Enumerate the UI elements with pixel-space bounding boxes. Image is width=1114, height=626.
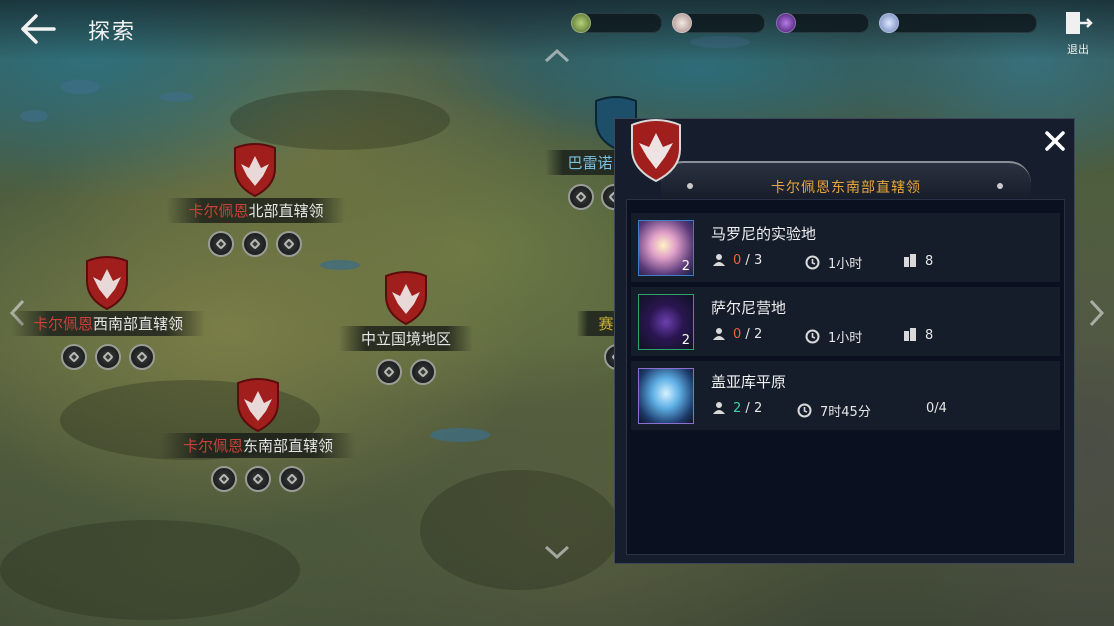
dungeon-name: 萨尔尼营地 xyxy=(711,299,787,317)
dungeon-node[interactable] xyxy=(568,184,594,210)
reward-count: 8 xyxy=(903,253,933,269)
fire-orb-icon: 2 xyxy=(638,220,694,276)
back-arrow-icon[interactable] xyxy=(18,12,58,46)
purple-orb-icon xyxy=(776,13,796,33)
duration: 1小时 xyxy=(805,253,862,272)
blue-coin-icon xyxy=(879,13,899,33)
clock-icon xyxy=(805,329,820,344)
dungeon-node[interactable] xyxy=(129,344,155,370)
eagle-shield-icon xyxy=(237,378,279,433)
duration: 7时45分 xyxy=(797,401,871,420)
party-count: 0 / 2 xyxy=(713,327,762,342)
building-icon xyxy=(904,328,916,341)
scroll-down-arrow-icon[interactable] xyxy=(543,544,571,564)
dungeon-node[interactable] xyxy=(276,231,302,257)
person-icon xyxy=(713,402,725,414)
dungeon-node[interactable] xyxy=(245,466,271,492)
green-crystal-icon xyxy=(571,13,591,33)
clock-icon xyxy=(797,403,812,418)
dungeon-node-completed[interactable] xyxy=(279,466,305,492)
dungeon-node[interactable] xyxy=(376,359,402,385)
dungeon-name: 马罗尼的实验地 xyxy=(711,225,817,243)
person-icon xyxy=(713,328,725,340)
dungeon-item[interactable]: 2 萨尔尼营地 0 / 2 1小时 8 xyxy=(631,287,1060,357)
close-button[interactable] xyxy=(1043,129,1067,153)
eagle-shield-icon xyxy=(86,256,128,311)
building-icon xyxy=(904,254,916,267)
dungeon-node[interactable] xyxy=(242,231,268,257)
reward-count: 8 xyxy=(903,327,933,343)
resource-bar-3 xyxy=(776,13,869,33)
eagle-shield-icon xyxy=(234,143,276,198)
dungeon-node[interactable] xyxy=(211,466,237,492)
exit-label: 退出 xyxy=(1067,43,1089,56)
dungeon-node[interactable] xyxy=(410,359,436,385)
dungeon-node[interactable] xyxy=(208,231,234,257)
exit-door-icon xyxy=(1066,12,1093,34)
panel-title: 卡尔佩恩东南部直辖领 xyxy=(771,180,921,196)
ice-crystal-icon xyxy=(638,368,694,424)
scroll-right-arrow-icon[interactable] xyxy=(1088,298,1106,332)
region-detail-panel: 卡尔佩恩东南部直辖领 2 马罗尼的实验地 0 / 3 1小时 8 2 萨尔尼营地 xyxy=(614,118,1075,564)
resource-bar-1 xyxy=(571,13,662,33)
region-name-southeast: 卡尔佩恩东南部直辖领 xyxy=(160,433,356,458)
eagle-shield-icon xyxy=(385,271,427,326)
party-count: 2 / 2 xyxy=(713,401,762,416)
dungeon-item[interactable]: 2 马罗尼的实验地 0 / 3 1小时 8 xyxy=(631,213,1060,283)
page-title: 探索 xyxy=(88,20,137,45)
region-name-neutral: 中立国境地区 xyxy=(338,326,474,351)
region-name-southwest: 卡尔佩恩西南部直辖领 xyxy=(10,311,206,336)
eagle-shield-icon xyxy=(631,119,681,183)
close-icon xyxy=(1045,131,1065,151)
resource-bar-2 xyxy=(672,13,765,33)
purple-crystal-icon: 2 xyxy=(638,294,694,350)
dungeon-name: 盖亚库平原 xyxy=(711,373,787,391)
region-name-north: 卡尔佩恩北部直辖领 xyxy=(166,198,346,223)
scroll-up-arrow-icon[interactable] xyxy=(543,48,571,68)
party-count: 0 / 3 xyxy=(713,253,762,268)
exit-button[interactable]: 退出 xyxy=(1060,10,1096,56)
resource-bar-4 xyxy=(879,13,1037,33)
pearl-orb-icon xyxy=(672,13,692,33)
duration: 1小时 xyxy=(805,327,862,346)
dungeon-item[interactable]: 盖亚库平原 2 / 2 7时45分 0/4 xyxy=(631,361,1060,431)
person-icon xyxy=(713,254,725,266)
clock-icon xyxy=(805,255,820,270)
dungeon-node[interactable] xyxy=(61,344,87,370)
progress-count: 0/4 xyxy=(926,401,947,416)
dungeon-node[interactable] xyxy=(95,344,121,370)
panel-header: 卡尔佩恩东南部直辖领 xyxy=(661,161,1031,203)
